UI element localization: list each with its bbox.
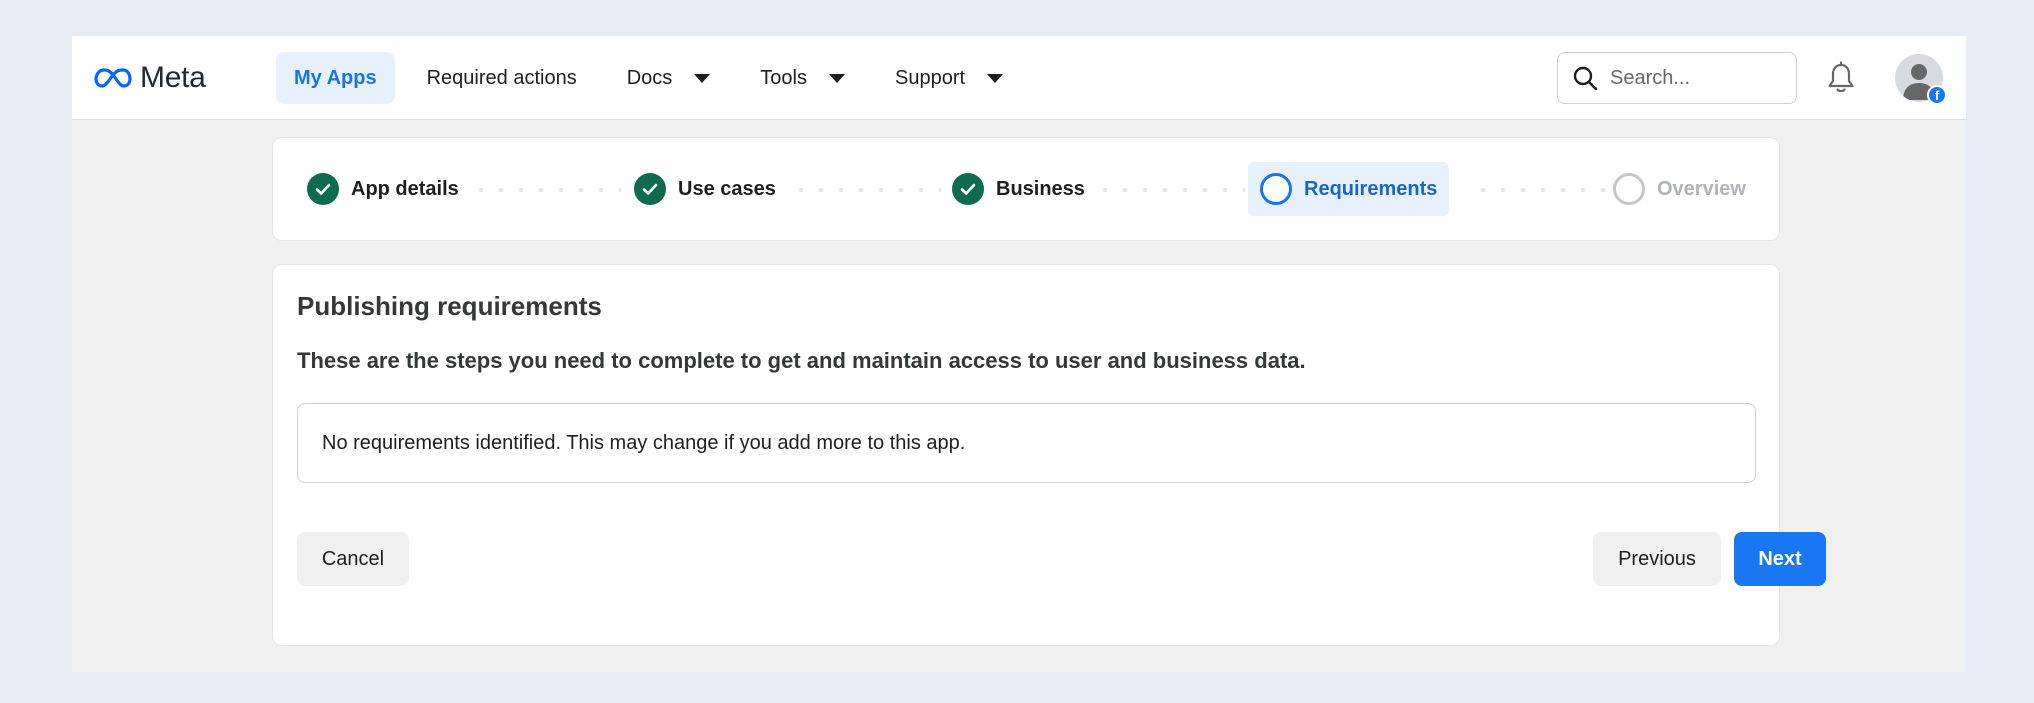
step-business[interactable]: Business	[952, 162, 1085, 216]
nav-label: Tools	[760, 66, 807, 89]
top-navigation-bar: Meta My Apps Required actions Docs Tools…	[72, 36, 1966, 120]
nav-tools[interactable]: Tools	[742, 52, 863, 104]
check-circle-icon	[307, 173, 339, 205]
nav-label: Support	[894, 66, 966, 89]
nav-docs[interactable]: Docs	[609, 52, 729, 104]
step-connector	[1095, 188, 1245, 192]
progress-stepper: App details Use cases Business Requireme…	[272, 137, 1780, 241]
step-connector	[1473, 188, 1609, 192]
meta-logo[interactable]: Meta	[94, 60, 206, 96]
step-label: Requirements	[1304, 177, 1438, 200]
current-step-circle-icon	[1260, 173, 1292, 205]
check-circle-icon	[952, 173, 984, 205]
notifications-button[interactable]	[1821, 58, 1861, 98]
step-label: Overview	[1657, 177, 1746, 200]
caret-down-icon	[694, 73, 711, 83]
publishing-requirements-card: Publishing requirements These are the st…	[272, 264, 1826, 646]
bell-icon	[1828, 61, 1854, 93]
main-nav: My Apps Required actions Docs Tools Supp…	[276, 52, 1035, 104]
nav-my-apps[interactable]: My Apps	[276, 52, 395, 104]
check-circle-icon	[634, 173, 666, 205]
card-title: Publishing requirements	[297, 291, 602, 321]
step-connector	[791, 188, 941, 192]
caret-down-icon	[828, 73, 845, 83]
app-frame: Meta My Apps Required actions Docs Tools…	[72, 36, 1966, 672]
step-app-details[interactable]: App details	[307, 162, 459, 216]
step-requirements[interactable]: Requirements	[1248, 162, 1450, 216]
caret-down-icon	[987, 73, 1004, 83]
nav-label: Required actions	[426, 66, 577, 89]
search-box[interactable]	[1557, 52, 1797, 104]
step-label: Business	[996, 177, 1085, 200]
previous-button[interactable]: Previous	[1593, 532, 1721, 586]
meta-infinity-icon	[94, 68, 132, 88]
step-label: App details	[351, 177, 459, 200]
facebook-badge-icon: f	[1927, 85, 1947, 105]
nav-support[interactable]: Support	[877, 52, 1021, 104]
next-button[interactable]: Next	[1734, 532, 1826, 586]
step-label: Use cases	[678, 177, 776, 200]
nav-label: Docs	[626, 66, 673, 89]
search-icon	[1573, 66, 1598, 91]
step-use-cases[interactable]: Use cases	[634, 162, 776, 216]
requirements-message: No requirements identified. This may cha…	[322, 431, 966, 454]
search-input[interactable]	[1610, 66, 1780, 90]
brand-name: Meta	[140, 61, 206, 94]
card-subtitle: These are the steps you need to complete…	[297, 348, 1306, 373]
step-overview[interactable]: Overview	[1613, 162, 1746, 216]
nav-required-actions[interactable]: Required actions	[409, 52, 595, 104]
requirements-box: No requirements identified. This may cha…	[297, 403, 1756, 483]
cancel-button[interactable]: Cancel	[297, 532, 409, 586]
empty-step-circle-icon	[1613, 173, 1645, 205]
step-connector	[471, 188, 621, 192]
nav-label: My Apps	[294, 66, 377, 89]
